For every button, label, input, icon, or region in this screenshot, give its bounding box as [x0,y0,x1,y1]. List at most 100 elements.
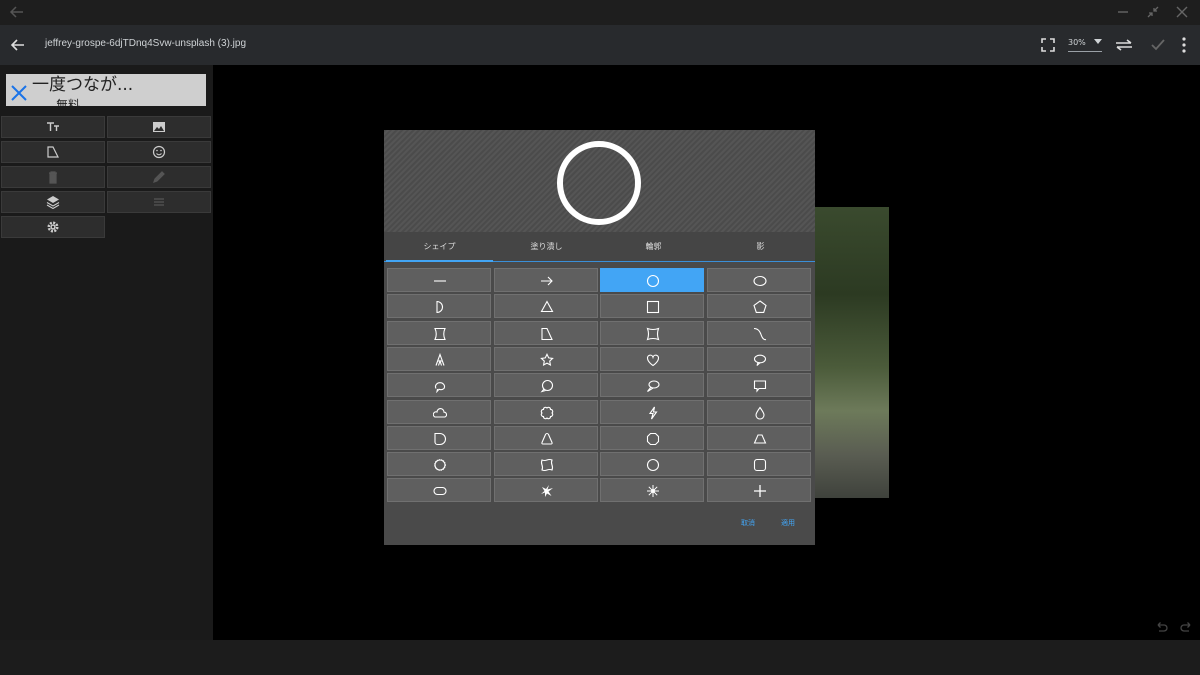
hourglass-shape-icon [434,327,446,340]
ad-headline: 一度つなが... [32,75,134,95]
octagon-icon [646,432,660,445]
shape-option[interactable] [600,399,704,424]
image-tool-button[interactable] [107,116,211,138]
shape-option[interactable] [387,478,491,503]
speech-tail-icon [647,380,660,393]
back-arrow-icon[interactable] [9,36,27,54]
shape-option[interactable] [387,294,491,319]
rounded-square-icon [753,459,766,472]
zoom-select[interactable]: 30% [1068,38,1102,52]
shape-option[interactable] [706,478,811,503]
shape-option[interactable] [600,320,704,345]
window-titlebar [0,0,1200,25]
ad-close-icon[interactable] [10,84,28,102]
ad-subtext: 無料 [56,98,81,106]
delete-button[interactable] [1,166,105,188]
undo-icon[interactable] [1154,620,1168,634]
shape-option[interactable] [600,373,704,398]
shape-option[interactable] [493,452,598,477]
trapezoid-icon [540,327,553,340]
rounded-d-icon [434,432,446,445]
tab-fill[interactable]: 塗り潰し [493,232,600,262]
shape-option[interactable] [493,346,598,371]
tab-shadow[interactable]: 影 [707,232,814,262]
shape-option[interactable] [387,425,491,450]
align-button[interactable] [107,191,211,213]
line-icon [434,280,446,282]
square-icon [646,301,660,314]
settings-button[interactable] [1,216,105,238]
heart-icon [646,354,660,367]
photo-layer[interactable] [815,207,889,498]
tab-outline[interactable]: 輪郭 [600,232,707,262]
shape-option[interactable] [387,320,491,345]
shape-option[interactable] [706,452,811,477]
cancel-button[interactable]: 取消 [741,518,755,528]
sticker-tool-button[interactable] [107,141,211,163]
shape-option[interactable] [706,425,811,450]
redo-icon[interactable] [1180,620,1194,634]
shape-option[interactable] [493,399,598,424]
text-tool-button[interactable] [1,116,105,138]
rounded-trapezoid-icon [753,434,766,444]
star-icon [539,352,554,366]
more-vert-icon[interactable] [1180,36,1188,54]
swap-icon[interactable] [1114,36,1134,54]
shape-option[interactable] [600,425,704,450]
shape-option[interactable] [706,320,811,345]
drop-icon [754,406,765,420]
thought-bubble-icon [434,382,446,394]
circle-icon [646,274,660,288]
chevron-down-icon [1094,39,1102,44]
plus-icon [753,485,766,498]
shape-dialog: シェイプ 塗り潰し 輪郭 影 取消 適用 [384,130,815,545]
arrow-left-icon[interactable] [8,3,26,21]
flower-icon [540,406,553,419]
ellipse-icon [752,275,767,287]
shape-option[interactable] [387,346,491,371]
shape-option[interactable] [600,478,704,503]
zoom-value: 30% [1068,38,1086,47]
shape-option[interactable] [387,399,491,424]
shape-option[interactable] [706,294,811,319]
lightning-icon [648,406,658,419]
shape-option[interactable] [600,452,704,477]
shape-option[interactable] [493,425,598,450]
shape-icon [47,146,59,158]
shape-option[interactable] [706,399,811,424]
shape-option[interactable] [387,373,491,398]
pencil-icon [153,171,165,183]
apply-button[interactable]: 適用 [781,518,795,528]
shape-tool-button[interactable] [1,141,105,163]
shape-option[interactable] [493,320,598,345]
shape-option[interactable] [493,268,598,292]
dialog-tabs: シェイプ 塗り潰し 輪郭 影 [384,232,815,262]
menu-icon [154,198,164,206]
shape-option[interactable] [493,478,598,503]
minimize-icon[interactable] [1115,4,1131,20]
layers-button[interactable] [1,191,105,213]
ad-banner[interactable]: 一度つなが... 無料 [6,74,206,106]
shape-option[interactable] [600,346,704,371]
image-icon [153,122,165,132]
pentagon-icon [752,300,767,314]
shape-option[interactable] [706,346,811,371]
shape-option[interactable] [493,373,598,398]
rounded-triangle-icon [540,432,553,445]
check-icon[interactable] [1149,36,1167,54]
tab-shape[interactable]: シェイプ [386,232,493,262]
shape-option[interactable] [706,268,811,292]
shape-option[interactable] [387,452,491,477]
layers-icon [46,196,60,209]
fullscreen-icon[interactable] [1039,36,1057,54]
shape-option[interactable] [600,294,704,319]
shape-option[interactable] [706,373,811,398]
edit-button[interactable] [107,166,211,188]
close-icon[interactable] [1174,4,1190,20]
text-icon [47,122,59,131]
shape-option[interactable] [387,268,491,292]
shape-option[interactable] [600,268,704,292]
restore-icon[interactable] [1145,4,1161,20]
shape-option[interactable] [493,294,598,319]
wavy-square-icon [540,459,553,472]
